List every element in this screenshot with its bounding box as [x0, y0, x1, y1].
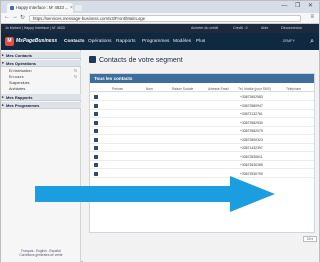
table-row[interactable]: +33672602583	[90, 93, 314, 101]
url-input[interactable]: https://services.message-business.com/v3…	[29, 15, 301, 22]
caret-icon: ▸	[2, 95, 4, 99]
app-topbar: Jo Mahéd | Happy Interface | M' 4633 Ach…	[1, 24, 319, 33]
column-header[interactable]: Nom	[146, 86, 153, 92]
tab-title: Happy Interface : M' 4633 ...	[16, 5, 69, 10]
nav-contacts[interactable]: Contacts	[64, 33, 85, 50]
logo-text: MsPageBusiness	[16, 38, 58, 44]
close-icon[interactable]: ×	[70, 3, 73, 13]
caret-icon: ▸	[2, 103, 4, 107]
user-info: Jo Mahéd | Happy Interface | M' 4633	[5, 26, 65, 30]
table-header: Prénom Nom Raison Sociale Adresse Email …	[90, 86, 314, 92]
mobile-cell: +33672582079	[240, 129, 263, 133]
browser-window: Happy Interface : M' 4633 ... × — ❐ ✕ ← …	[0, 0, 320, 262]
contact-card-icon[interactable]	[94, 103, 98, 108]
contact-card-icon[interactable]	[94, 146, 98, 150]
reload-icon[interactable]: ↻	[20, 14, 25, 21]
column-header[interactable]: Prénom	[112, 86, 123, 92]
sidebar-section-contacts[interactable]: ▸ Mes Contacts	[1, 52, 81, 59]
mobile-cell: +33672132761	[240, 112, 263, 116]
mobile-cell: +33672800323	[240, 137, 263, 142]
back-icon[interactable]: ←	[4, 14, 10, 20]
credit-count: Crédit : 0	[233, 26, 248, 30]
logo-mark-icon: M	[5, 37, 14, 46]
favicon-icon	[10, 6, 14, 10]
help-link[interactable]: Aide	[261, 24, 268, 33]
mobile-cell: +33672602583	[240, 95, 263, 99]
table-row[interactable]: +33672580947	[90, 102, 314, 110]
contact-card-icon[interactable]	[94, 95, 98, 99]
contact-card-icon[interactable]	[94, 171, 98, 176]
table-row[interactable]: +33672132761	[90, 110, 314, 118]
menu-icon[interactable]: ≡	[310, 14, 314, 20]
forward-icon[interactable]: →	[12, 14, 18, 20]
account-menu[interactable]: JEMFY	[283, 37, 295, 46]
table-row[interactable]: +33672582079	[90, 127, 314, 135]
contacts-icon	[89, 56, 96, 63]
column-header[interactable]: Téléphone	[286, 86, 301, 92]
browser-tab[interactable]: Happy Interface : M' 4633 ... ×	[7, 3, 73, 13]
search-icon[interactable]: ⌕	[310, 37, 314, 46]
main-content: Contacts de votre segment Tous les conta…	[83, 50, 319, 262]
sidebar: ▸ Mes Contacts ▾ Mes Opérations En fabrica…	[1, 50, 81, 262]
overlay-arrow-icon	[35, 176, 275, 212]
contact-card-icon[interactable]	[94, 137, 98, 142]
contact-card-icon[interactable]	[94, 112, 98, 116]
sidebar-section-operations[interactable]: ▾ Mes Opérations	[1, 60, 81, 67]
table-row[interactable]: +33671432397	[90, 144, 314, 152]
contact-card-icon[interactable]	[94, 129, 98, 133]
logo: M MsPageBusiness	[5, 37, 59, 46]
page-title: Contacts de votre segment	[89, 56, 183, 64]
sidebar-section-programmes[interactable]: ▸ Mes Programmes	[1, 102, 81, 109]
column-header[interactable]: Adresse Email	[208, 86, 229, 92]
sidebar-section-rapports[interactable]: ▸ Mes Rapports	[1, 94, 81, 101]
caret-icon: ▾	[2, 61, 4, 65]
column-header[interactable]: Raison Sociale	[172, 86, 193, 92]
page-size-select[interactable]: 10 ▾	[303, 236, 317, 242]
contact-card-icon[interactable]	[94, 120, 98, 125]
nav-operations[interactable]: Opérations	[88, 33, 111, 50]
panel-title: Tous les contacts	[90, 74, 314, 83]
window-controls[interactable]: — ❐ ✕	[281, 2, 316, 9]
nav-programmes[interactable]: Programmes	[142, 33, 169, 50]
mobile-cell: +33672580947	[240, 103, 263, 108]
nav-modeles[interactable]: Modèles	[173, 33, 191, 50]
logout-link[interactable]: Déconnexion	[281, 24, 302, 33]
table-row[interactable]: +33672630285	[90, 161, 314, 169]
buy-credit-link[interactable]: Acheter du crédit	[191, 24, 218, 33]
address-bar: ← → ↻ https://services.message-business.…	[1, 13, 319, 24]
nav-rapports[interactable]: Rapports	[116, 33, 135, 50]
new-tab-button[interactable]	[75, 5, 82, 11]
contact-card-icon[interactable]	[94, 163, 98, 167]
tab-bar: Happy Interface : M' 4633 ... × — ❐ ✕	[1, 1, 319, 13]
table-row[interactable]: +33672830611	[90, 153, 314, 161]
footer-links: Français - English - Español Conditions …	[1, 249, 81, 257]
terms-link[interactable]: Conditions générales de vente	[1, 253, 81, 257]
column-header[interactable]: Tél. Mobile (pour SMS)	[238, 86, 271, 92]
table-row[interactable]: +33672800323	[90, 136, 314, 144]
mobile-cell: +33672582930	[240, 120, 263, 125]
table-row[interactable]: +33672582930	[90, 119, 314, 127]
mobile-cell: +33672630285	[240, 163, 263, 167]
contact-card-icon[interactable]	[94, 154, 98, 159]
mobile-cell: +33671432397	[240, 146, 263, 150]
main-nav: M MsPageBusiness Contacts Opérations Rap…	[1, 33, 319, 50]
mobile-cell: +33672830611	[240, 154, 263, 159]
nav-plus[interactable]: Plus	[196, 33, 205, 50]
caret-icon: ▸	[2, 53, 4, 57]
sidebar-item-archivees[interactable]: Archivées	[1, 86, 81, 92]
